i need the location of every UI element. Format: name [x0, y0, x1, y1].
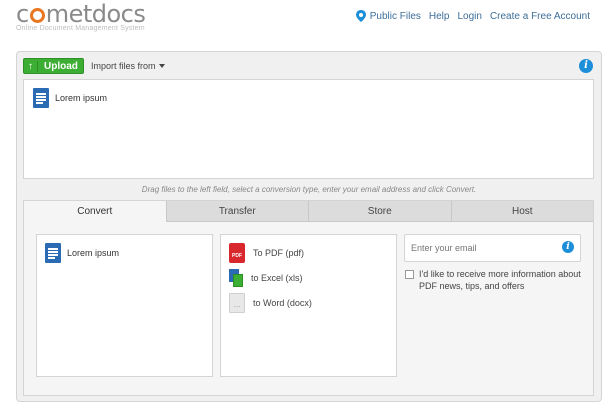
- email-field[interactable]: [404, 234, 581, 262]
- nav-public-files[interactable]: Public Files: [370, 11, 421, 22]
- document-icon: [45, 243, 61, 263]
- selected-files-list[interactable]: Lorem ipsum: [36, 234, 213, 377]
- logo-ring-icon: [29, 8, 45, 23]
- nav-help[interactable]: Help: [429, 11, 450, 22]
- logo-word: metdocs: [45, 0, 146, 28]
- instructions-hint: Drag files to the left field, select a c…: [141, 185, 477, 194]
- newsletter-optin[interactable]: I'd like to receive more information abo…: [405, 268, 583, 292]
- selected-file-item[interactable]: Lorem ipsum: [45, 243, 119, 263]
- document-icon: [33, 88, 49, 108]
- tab-transfer[interactable]: Transfer: [165, 201, 308, 222]
- tab-host[interactable]: Host: [450, 201, 593, 222]
- nav-create-account[interactable]: Create a Free Account: [490, 11, 590, 22]
- location-pin-icon: [355, 10, 366, 22]
- upload-drop-area[interactable]: Lorem ipsum: [23, 79, 594, 179]
- email-info-icon[interactable]: i: [562, 241, 574, 253]
- type-option-word[interactable]: ... to Word (docx): [229, 293, 312, 313]
- excel-icon: [229, 269, 243, 287]
- import-label: Import files from: [91, 61, 156, 71]
- upload-label: Upload: [44, 60, 78, 72]
- tabs-container: Convert Transfer Store Host Lorem ipsum …: [23, 200, 594, 396]
- caret-down-icon: [158, 64, 165, 68]
- type-label-excel: to Excel (xls): [251, 273, 303, 283]
- top-nav: Public Files Help Login Create a Free Ac…: [355, 10, 590, 22]
- info-icon[interactable]: i: [579, 59, 593, 73]
- type-label-pdf: To PDF (pdf): [253, 248, 305, 258]
- import-dropdown[interactable]: Import files from: [91, 61, 165, 71]
- logo-tagline: Online Document Management System: [16, 25, 145, 32]
- selected-file-name: Lorem ipsum: [67, 248, 120, 258]
- cometdocs-logo[interactable]: c metdocs Online Document Management Syst…: [16, 0, 146, 32]
- type-option-pdf[interactable]: PDF To PDF (pdf): [229, 243, 304, 263]
- optin-checkbox[interactable]: [405, 270, 414, 279]
- word-icon: ...: [229, 293, 245, 313]
- type-option-excel[interactable]: to Excel (xls): [229, 269, 303, 287]
- conversion-types-list: PDF To PDF (pdf) to Excel (xls) ... to W…: [220, 234, 397, 377]
- main-panel: ↑ Upload Import files from i Lorem ipsum…: [16, 51, 602, 402]
- tab-convert[interactable]: Convert: [24, 201, 166, 222]
- uploaded-file-name: Lorem ipsum: [55, 93, 108, 103]
- logo-letter: c: [16, 0, 29, 28]
- optin-label: I'd like to receive more information abo…: [419, 269, 581, 291]
- upload-button[interactable]: ↑ Upload: [23, 58, 84, 74]
- type-label-word: to Word (docx): [253, 298, 312, 308]
- tab-store[interactable]: Store: [308, 201, 451, 222]
- upload-arrow-icon: ↑: [24, 60, 38, 72]
- pdf-icon: PDF: [229, 243, 245, 263]
- uploaded-file-item[interactable]: Lorem ipsum: [33, 88, 107, 108]
- nav-login[interactable]: Login: [457, 11, 481, 22]
- tab-bar: Convert Transfer Store Host: [24, 201, 593, 222]
